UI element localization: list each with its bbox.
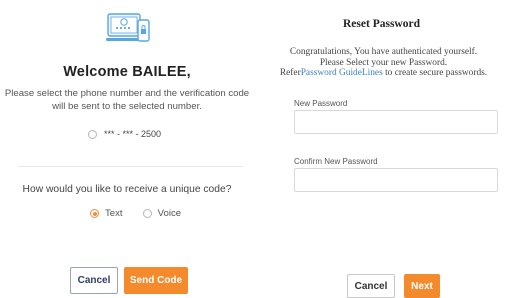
- send-code-button[interactable]: Send Code: [124, 267, 188, 294]
- phone-option[interactable]: *** - *** - 2500: [88, 129, 161, 139]
- new-password-input[interactable]: [294, 110, 498, 134]
- reset-instructions: Congratulations, You have authenticated …: [262, 47, 505, 79]
- verification-panel: Welcome BAILEE, Please select the phone …: [0, 0, 254, 297]
- guideline-suffix-text: to create secure passwords.: [382, 68, 488, 78]
- select-password-line: Please Select your new Password.: [319, 57, 448, 68]
- delivery-question: How would you like to receive a unique c…: [22, 184, 232, 195]
- verification-instruction: Please select the phone number and the v…: [4, 88, 250, 112]
- reset-password-panel: Reset Password Congratulations, You have…: [254, 0, 509, 298]
- cancel-button[interactable]: Cancel: [70, 267, 118, 294]
- welcome-heading: Welcome BAILEE,: [63, 64, 191, 80]
- reset-cancel-button[interactable]: Cancel: [347, 274, 395, 298]
- delivery-method-group: Text Voice: [90, 208, 181, 219]
- voice-option-label: Voice: [157, 208, 182, 219]
- refer-text: Refer: [279, 68, 301, 78]
- confirm-password-input[interactable]: [294, 168, 498, 192]
- divider: [18, 166, 243, 167]
- text-radio[interactable]: [90, 209, 99, 218]
- phone-lock-icon: [105, 8, 151, 48]
- next-button[interactable]: Next: [404, 274, 440, 298]
- phone-number-label: *** - *** - 2500: [104, 129, 162, 139]
- new-password-label: New Password: [294, 99, 348, 108]
- password-guidelines-link[interactable]: Password GuideLines: [301, 68, 383, 78]
- text-option-label: Text: [105, 208, 123, 219]
- congrats-line: Congratulations, You have authenticated …: [289, 47, 478, 57]
- guideline-line: ReferPassword GuideLines to create secur…: [262, 68, 505, 79]
- voice-radio[interactable]: [142, 209, 152, 218]
- phone-radio[interactable]: [88, 129, 97, 139]
- confirm-password-label: Confirm New Password: [294, 157, 378, 166]
- reset-password-title: Reset Password: [343, 18, 420, 30]
